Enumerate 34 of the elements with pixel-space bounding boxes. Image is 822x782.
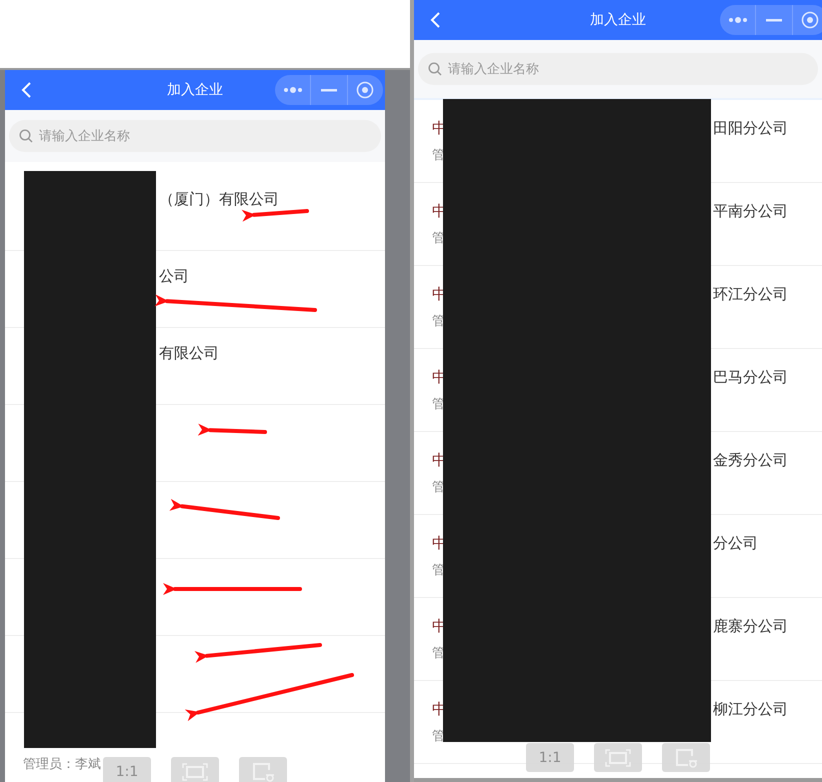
minimize-icon[interactable]: [320, 88, 337, 92]
search-field[interactable]: 请输入企业名称: [418, 53, 818, 85]
company-name: 田阳分公司: [713, 118, 788, 138]
more-icon[interactable]: [282, 87, 303, 93]
admin-label: 管: [432, 396, 445, 412]
arrow: [198, 424, 267, 436]
company-name: 鹿寨分公司: [713, 616, 788, 636]
search-field[interactable]: 请输入企业名称: [9, 120, 381, 152]
more-icon[interactable]: [728, 17, 748, 23]
admin-label: 管: [432, 146, 445, 164]
company-name: 有限公司: [159, 344, 219, 362]
admin-label: 管: [432, 562, 445, 578]
minimize-icon[interactable]: [766, 18, 782, 22]
admin-label: 管: [432, 312, 445, 330]
company-name: 公司: [159, 266, 189, 286]
arrow: [242, 209, 309, 222]
company-name: 柳江分公司: [713, 700, 788, 718]
company-name: 金秀分公司: [713, 450, 788, 470]
company-name: 环江分公司: [713, 284, 788, 304]
admin-label: 管: [432, 644, 445, 662]
window-title: 加入企业: [167, 81, 223, 99]
close-icon[interactable]: [801, 11, 820, 29]
close-icon[interactable]: [356, 81, 374, 99]
company-name: 巴马分公司: [713, 368, 788, 386]
crop-icon: [674, 748, 698, 768]
company-name: 平南分公司: [713, 202, 788, 220]
admin-label: 管: [432, 478, 445, 496]
fit-screen-icon: [605, 748, 631, 766]
admin-label: 管: [432, 230, 445, 246]
company-name: （厦门）有限公司: [159, 190, 279, 208]
company-name: 分公司: [713, 534, 758, 552]
admin-label: 管理员：李斌: [23, 756, 101, 773]
admin-label: 管: [432, 728, 445, 744]
window-title: 加入企业: [590, 11, 646, 29]
